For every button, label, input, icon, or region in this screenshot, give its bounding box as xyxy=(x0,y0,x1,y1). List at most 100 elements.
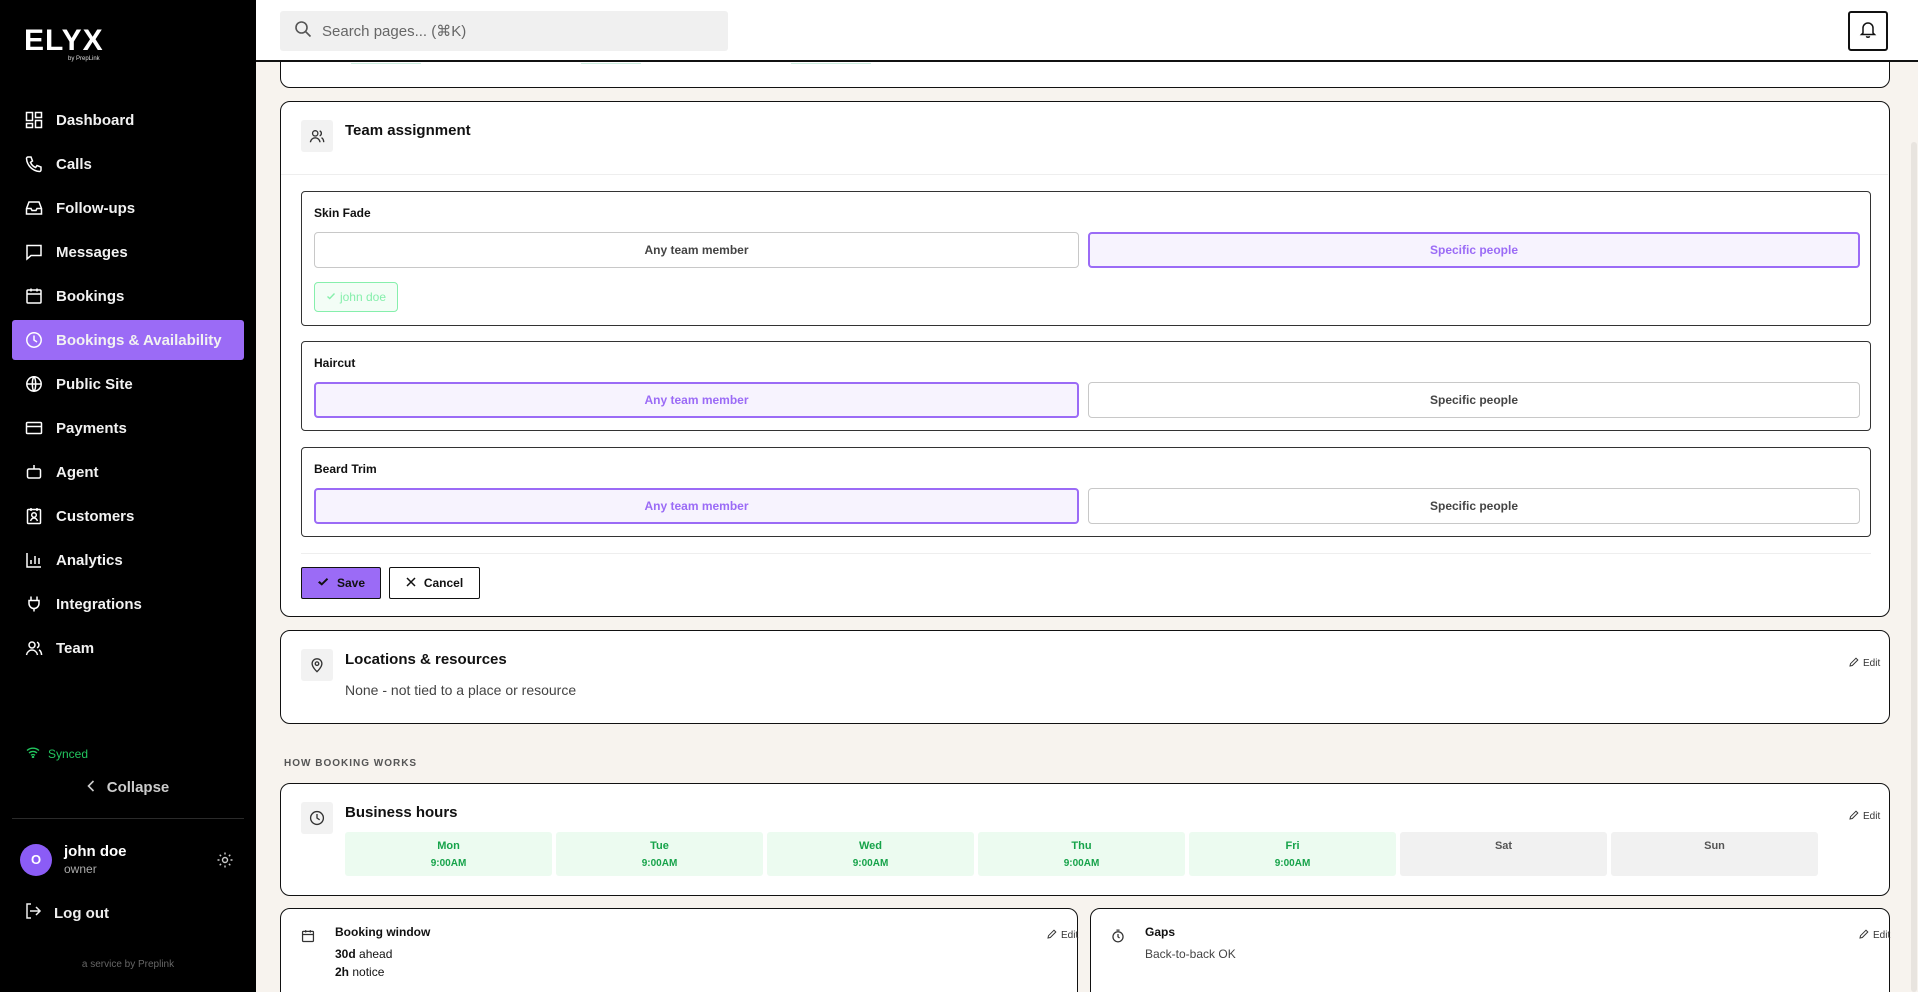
app-logo[interactable]: ELYX by PrepLink xyxy=(24,24,104,63)
user-profile[interactable]: O john doe owner xyxy=(20,843,127,876)
collapse-sidebar-button[interactable]: Collapse xyxy=(0,779,256,796)
specific-people-option[interactable]: Specific people xyxy=(1088,232,1860,268)
chip-label: john doe xyxy=(339,290,387,304)
service-name: Beard Trim xyxy=(314,462,377,476)
scrollbar[interactable] xyxy=(1911,142,1917,992)
cancel-label: Cancel xyxy=(423,576,464,590)
sidebar-item-customers[interactable]: Customers xyxy=(12,496,244,536)
save-button[interactable]: Save xyxy=(301,567,381,599)
sidebar-divider xyxy=(12,818,244,819)
sidebar-item-label: Bookings xyxy=(56,287,125,305)
previous-card xyxy=(280,62,1890,88)
logout-button[interactable]: Log out xyxy=(24,902,109,924)
sidebar-item-label: Dashboard xyxy=(56,111,135,129)
day-name: Fri xyxy=(1285,840,1300,852)
globe-icon xyxy=(24,374,44,394)
clock-icon xyxy=(24,330,44,350)
plug-icon xyxy=(24,594,44,614)
search-box[interactable] xyxy=(280,11,728,51)
sync-status: Synced xyxy=(26,746,88,761)
card-header-divider xyxy=(281,174,1888,175)
day-name: Tue xyxy=(650,840,669,852)
business-hours-title: Business hours xyxy=(345,804,458,821)
avatar: O xyxy=(20,843,52,876)
cancel-button[interactable]: Cancel xyxy=(389,567,480,599)
booking-window-notice: 2h notice xyxy=(335,965,384,979)
any-team-member-option[interactable]: Any team member xyxy=(314,488,1079,524)
day-name: Thu xyxy=(1071,840,1092,852)
gear-icon[interactable] xyxy=(216,851,234,874)
contact-icon xyxy=(24,506,44,526)
sidebar-item-messages[interactable]: Messages xyxy=(12,232,244,272)
any-team-member-option[interactable]: Any team member xyxy=(314,382,1079,418)
search-input[interactable] xyxy=(322,22,702,40)
logo-text: ELYX xyxy=(24,24,104,57)
any-team-member-option[interactable]: Any team member xyxy=(314,232,1079,268)
notifications-button[interactable] xyxy=(1848,11,1888,51)
pencil-icon xyxy=(1849,810,1859,823)
day-wed: Wed 9:00AM xyxy=(767,832,974,876)
sidebar-item-dashboard[interactable]: Dashboard xyxy=(12,100,244,140)
phone-icon xyxy=(24,154,44,174)
chevron-left-icon xyxy=(87,779,95,796)
edit-locations-link[interactable]: Edit xyxy=(1849,657,1880,670)
day-time: 9:00AM xyxy=(430,858,467,869)
user-role: owner xyxy=(64,862,97,876)
gaps-title: Gaps xyxy=(1145,925,1176,939)
edit-label: Edit xyxy=(1863,811,1881,822)
notice-value: 2h xyxy=(335,965,350,979)
logout-icon xyxy=(24,902,42,924)
booking-window-card: Booking window 30d ahead 2h notice Edit xyxy=(280,908,1078,992)
gaps-value: Back-to-back OK xyxy=(1145,947,1236,961)
day-time: 9:00AM xyxy=(1063,858,1100,869)
edit-gaps-link[interactable]: Edit xyxy=(1859,929,1890,942)
dashboard-icon xyxy=(24,110,44,130)
sidebar-item-payments[interactable]: Payments xyxy=(12,408,244,448)
bar-chart-icon xyxy=(24,550,44,570)
sync-status-label: Synced xyxy=(48,746,89,761)
team-member-chip[interactable]: john doe xyxy=(314,282,398,312)
divider xyxy=(791,63,871,64)
sidebar-item-analytics[interactable]: Analytics xyxy=(12,540,244,580)
edit-label: Edit xyxy=(1873,930,1891,941)
specific-people-option[interactable]: Specific people xyxy=(1088,488,1860,524)
sidebar-item-label: Customers xyxy=(56,507,135,525)
sidebar-item-label: Follow-ups xyxy=(56,199,136,217)
sidebar-item-public-site[interactable]: Public Site xyxy=(12,364,244,404)
day-name: Wed xyxy=(858,840,883,852)
timer-icon xyxy=(1111,929,1125,948)
sidebar-item-integrations[interactable]: Integrations xyxy=(12,584,244,624)
day-thu: Thu 9:00AM xyxy=(978,832,1185,876)
sidebar-item-label: Payments xyxy=(56,419,127,437)
sidebar-item-label: Bookings & Availability xyxy=(56,331,222,349)
sidebar-item-bookings[interactable]: Bookings xyxy=(12,276,244,316)
booking-window-title: Booking window xyxy=(335,925,431,939)
pencil-icon xyxy=(1849,657,1859,670)
team-assignment-title: Team assignment xyxy=(345,122,471,139)
sidebar-item-label: Team xyxy=(56,639,95,657)
pencil-icon xyxy=(1859,929,1869,942)
specific-people-option[interactable]: Specific people xyxy=(1088,382,1860,418)
day-sun: Sun xyxy=(1611,832,1818,876)
ahead-label: ahead xyxy=(359,947,393,961)
sidebar-item-agent[interactable]: Agent xyxy=(12,452,244,492)
sidebar-item-calls[interactable]: Calls xyxy=(12,144,244,184)
day-time: 9:00AM xyxy=(852,858,889,869)
locations-card: Locations & resources None - not tied to… xyxy=(280,630,1890,724)
edit-business-hours-link[interactable]: Edit xyxy=(1849,810,1880,823)
users-icon xyxy=(301,120,333,152)
edit-booking-window-link[interactable]: Edit xyxy=(1047,929,1078,942)
actions-divider xyxy=(301,553,1871,554)
sidebar-item-follow-ups[interactable]: Follow-ups xyxy=(12,188,244,228)
sidebar-item-team[interactable]: Team xyxy=(12,628,244,668)
day-name: Sat xyxy=(1494,840,1513,852)
sidebar-item-label: Analytics xyxy=(56,551,123,569)
sidebar: ELYX by PrepLink Dashboard Calls Follow-… xyxy=(0,0,256,992)
day-time: 9:00AM xyxy=(641,858,678,869)
service-credit: a service by Preplink xyxy=(81,959,175,970)
message-icon xyxy=(24,242,44,262)
sidebar-item-bookings-availability[interactable]: Bookings & Availability xyxy=(12,320,244,360)
inbox-icon xyxy=(24,198,44,218)
check-icon xyxy=(326,290,336,304)
users-icon xyxy=(24,638,44,658)
